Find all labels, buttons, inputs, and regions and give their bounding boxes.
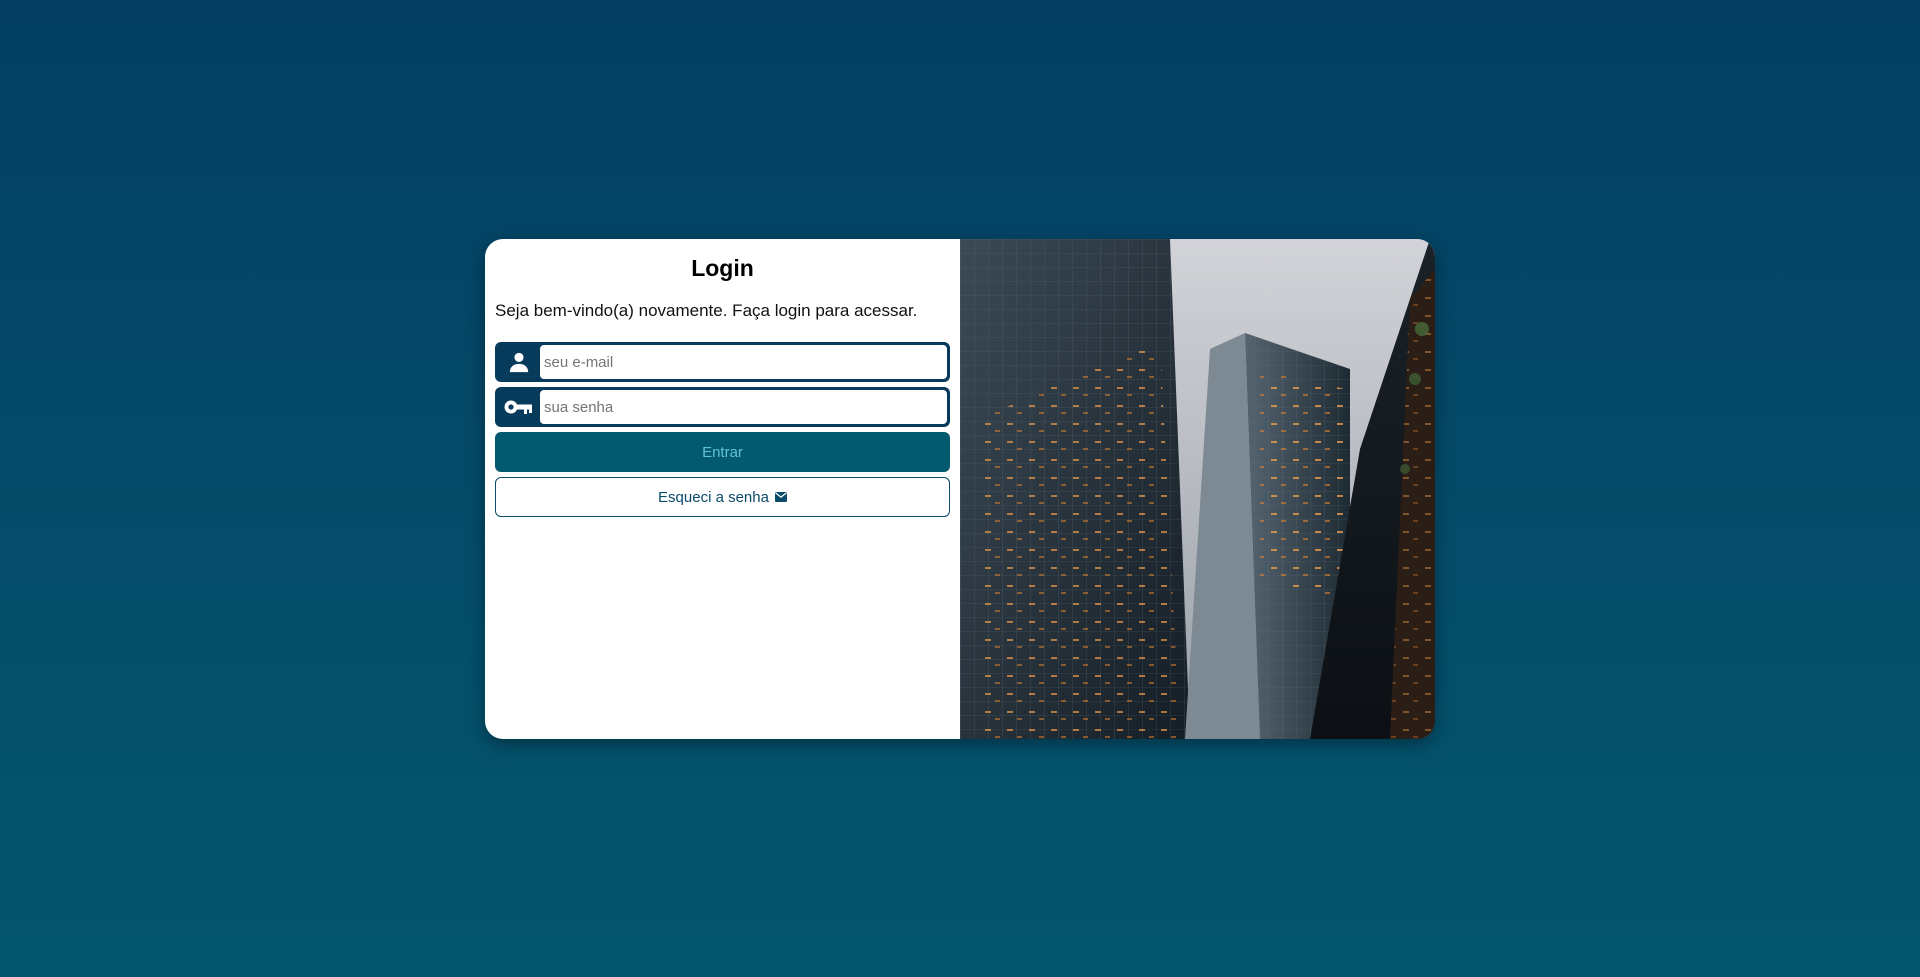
city-buildings-image [960,239,1435,739]
password-input[interactable] [540,390,947,424]
login-card: Login Seja bem-vindo(a) novamente. Faça … [485,239,1435,739]
key-icon [498,390,540,424]
welcome-text: Seja bem-vindo(a) novamente. Faça login … [495,301,918,320]
password-field-group [495,387,950,427]
forgot-password-button[interactable]: Esqueci a senha [495,477,950,517]
login-button[interactable]: Entrar [495,432,950,472]
email-field-group [495,342,950,382]
user-icon [498,345,540,379]
login-form-panel: Login Seja bem-vindo(a) novamente. Faça … [485,239,960,739]
forgot-password-label: Esqueci a senha [658,488,769,506]
page-title: Login [691,255,754,281]
email-input[interactable] [540,345,947,379]
mail-icon [774,492,787,502]
